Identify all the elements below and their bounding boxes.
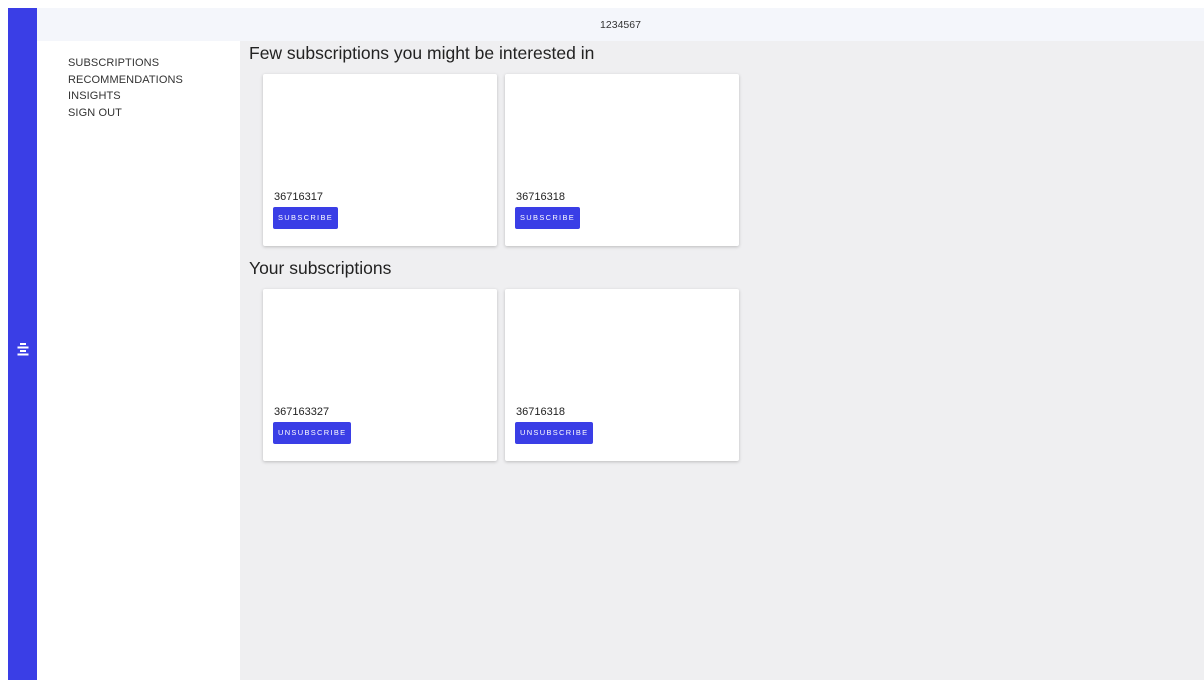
subscribe-button[interactable]: SUBSCRIBE: [515, 207, 581, 229]
user-id-title: 1234567: [600, 18, 641, 31]
sidebar-item-recommendations[interactable]: RECOMMENDATIONS: [68, 72, 183, 89]
card-id: 36716317: [274, 191, 323, 203]
card-id: 36716318: [516, 191, 565, 203]
top-bar: 1234567: [37, 8, 1204, 41]
unsubscribe-button[interactable]: UNSUBSCRIBE: [273, 422, 352, 444]
subscribe-button[interactable]: SUBSCRIBE: [273, 207, 339, 229]
your-subscriptions-title: Your subscriptions: [249, 258, 392, 278]
menu-lines-icon: [17, 343, 28, 356]
sidebar-item-sign-out[interactable]: SIGN OUT: [68, 105, 183, 122]
app-window: 1234567 SUBSCRIPTIONS RECOMMENDATIONS IN…: [0, 0, 1204, 680]
sidebar: SUBSCRIPTIONS RECOMMENDATIONS INSIGHTS S…: [37, 41, 240, 680]
main-content: Few subscriptions you might be intereste…: [240, 41, 1204, 680]
subscription-card: 367163327 UNSUBSCRIBE: [263, 289, 497, 461]
menu-toggle-button[interactable]: [8, 334, 37, 364]
unsubscribe-button[interactable]: UNSUBSCRIBE: [515, 422, 594, 444]
sidebar-item-subscriptions[interactable]: SUBSCRIPTIONS: [68, 55, 183, 72]
sidebar-item-insights[interactable]: INSIGHTS: [68, 88, 183, 105]
recommendation-card: 36716317 SUBSCRIBE: [263, 74, 497, 246]
card-id: 367163327: [274, 406, 330, 418]
sidebar-nav: SUBSCRIPTIONS RECOMMENDATIONS INSIGHTS S…: [68, 55, 183, 121]
subscription-card: 36716318 UNSUBSCRIBE: [505, 289, 739, 461]
left-rail: [8, 8, 37, 680]
recommendations-title: Few subscriptions you might be intereste…: [249, 43, 595, 63]
recommendation-card: 36716318 SUBSCRIBE: [505, 74, 739, 246]
card-id: 36716318: [516, 406, 565, 418]
